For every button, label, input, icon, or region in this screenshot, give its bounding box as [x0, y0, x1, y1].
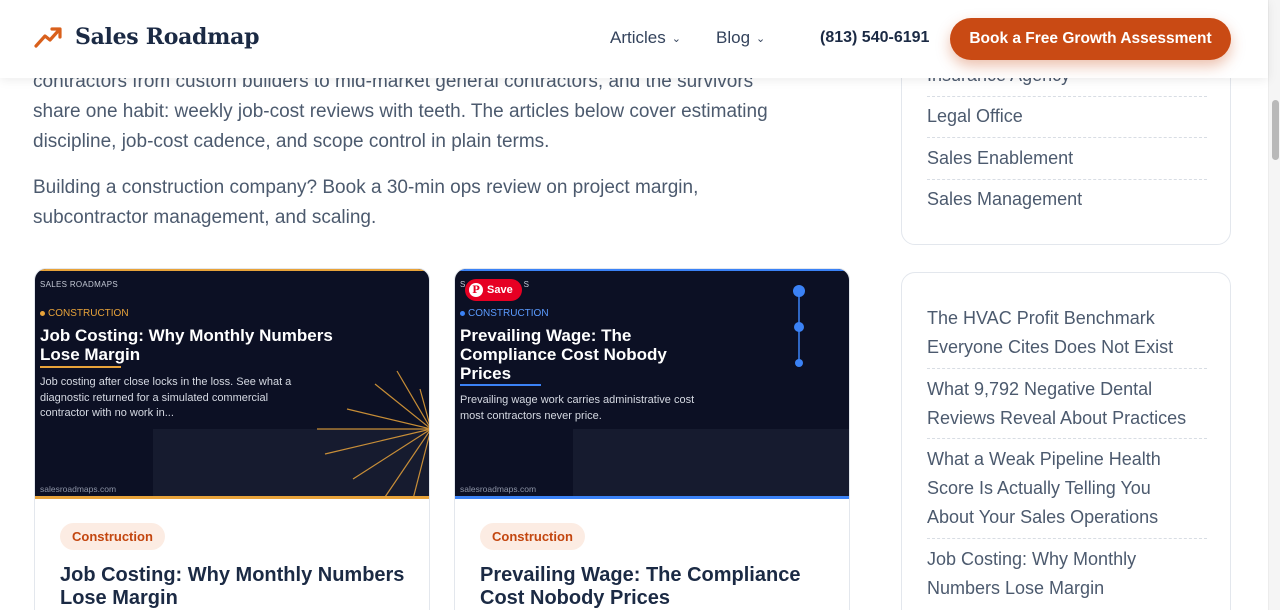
image-title-underline — [460, 384, 541, 386]
post-line: Score Is Actually Telling You — [927, 478, 1151, 498]
intro-line: share one habit: weekly job-cost reviews… — [33, 101, 768, 122]
post-line: Reviews Reveal About Practices — [927, 408, 1187, 428]
image-title: Job Costing: Why Monthly Numbers Lose Ma… — [40, 326, 333, 364]
article-card-body: Construction Prevailing Wage: The Compli… — [455, 499, 849, 610]
scrollbar-thumb[interactable] — [1272, 100, 1279, 160]
intro-line: subcontractor management, and scaling. — [33, 207, 377, 228]
article-card[interactable]: SALES ROADMAPS CONSTRUCTION Job Costing:… — [34, 268, 430, 610]
image-title: Prevailing Wage: The Compliance Cost Nob… — [460, 326, 667, 383]
nav-label: Blog — [716, 28, 751, 47]
intro-paragraph-2: Building a construction company? Book a … — [33, 173, 823, 233]
intro-line: discipline, job-cost cadence, and scope … — [33, 131, 550, 152]
brand-name: Sales Roadmap — [75, 24, 260, 50]
sidebar-category-link[interactable]: Sales Management — [927, 185, 1207, 214]
image-brand: SALES ROADMAPS — [40, 280, 119, 289]
article-card-body: Construction Job Costing: Why Monthly Nu… — [35, 499, 429, 610]
divider — [927, 368, 1207, 369]
sidebar-category-link[interactable]: Legal Office — [927, 102, 1207, 131]
nav-blog[interactable]: Blog ⌄ — [716, 28, 765, 48]
page-scrollbar[interactable] — [1268, 0, 1280, 610]
post-line: Job Costing: Why Monthly — [927, 549, 1137, 569]
article-title-link[interactable]: Prevailing Wage: The Compliance Cost Nob… — [480, 564, 826, 610]
book-assessment-button[interactable]: Book a Free Growth Assessment — [950, 18, 1231, 60]
chevron-down-icon: ⌄ — [756, 32, 766, 45]
site-header: Sales Roadmap Articles ⌄ Blog ⌄ (813) 54… — [0, 0, 1268, 78]
divider — [927, 96, 1207, 97]
category-tag[interactable]: Construction — [480, 523, 585, 550]
image-category-label: CONSTRUCTION — [468, 308, 549, 319]
category-dot-icon — [40, 311, 45, 316]
phone-link[interactable]: (813) 540-6191 — [820, 29, 929, 47]
sidebar-post-link[interactable]: What a Weak Pipeline Health Score Is Act… — [927, 445, 1207, 532]
image-description: Prevailing wage work carries administrat… — [460, 394, 695, 422]
pinterest-save-button[interactable]: P Save — [465, 279, 522, 301]
article-card[interactable]: SS P Save CONSTRUCTION Prevailing Wage: … — [454, 268, 850, 610]
image-category: CONSTRUCTION — [460, 308, 549, 319]
sidebar-post-link[interactable]: Job Costing: Why Monthly Numbers Lose Ma… — [927, 545, 1207, 603]
divider — [927, 137, 1207, 138]
image-category: CONSTRUCTION — [40, 308, 129, 319]
image-brand-end: S — [523, 280, 530, 289]
image-description: Job costing after close locks in the los… — [40, 376, 292, 419]
article-title-link[interactable]: Job Costing: Why Monthly Numbers Lose Ma… — [60, 564, 406, 610]
intro-paragraph-1: contractors from custom builders to mid-… — [33, 67, 823, 157]
post-line: The HVAC Profit Benchmark — [927, 308, 1155, 328]
pinterest-icon: P — [469, 283, 483, 297]
image-title-underline — [40, 366, 121, 368]
post-line: About Your Sales Operations — [927, 507, 1159, 527]
image-category-label: CONSTRUCTION — [48, 308, 129, 319]
post-line: What 9,792 Negative Dental — [927, 379, 1153, 399]
chevron-down-icon: ⌄ — [671, 32, 681, 45]
category-dot-icon — [460, 311, 465, 316]
sidebar-recent-posts: The HVAC Profit Benchmark Everyone Cites… — [901, 272, 1231, 610]
article-card-image[interactable]: SS P Save CONSTRUCTION Prevailing Wage: … — [455, 269, 849, 499]
sidebar-post-link[interactable]: The HVAC Profit Benchmark Everyone Cites… — [927, 304, 1207, 362]
image-url: salesroadmaps.com — [460, 484, 537, 494]
divider — [927, 438, 1207, 439]
nav-articles[interactable]: Articles ⌄ — [610, 28, 681, 48]
category-tag[interactable]: Construction — [60, 523, 165, 550]
post-line: What a Weak Pipeline Health — [927, 449, 1161, 469]
save-label: Save — [487, 284, 513, 296]
article-card-image[interactable]: SALES ROADMAPS CONSTRUCTION Job Costing:… — [35, 269, 429, 499]
divider — [927, 179, 1207, 180]
nav-label: Articles — [610, 28, 666, 47]
sidebar-post-link[interactable]: What 9,792 Negative Dental Reviews Revea… — [927, 375, 1207, 433]
sidebar-category-link[interactable]: Sales Enablement — [927, 144, 1207, 173]
divider — [927, 538, 1207, 539]
site-logo[interactable]: Sales Roadmap — [33, 22, 259, 52]
intro-line: Building a construction company? Book a … — [33, 177, 699, 198]
post-line: Everyone Cites Does Not Exist — [927, 337, 1174, 357]
trend-arrow-icon — [34, 27, 62, 48]
post-line: Numbers Lose Margin — [927, 578, 1105, 598]
image-url: salesroadmaps.com — [40, 484, 117, 494]
